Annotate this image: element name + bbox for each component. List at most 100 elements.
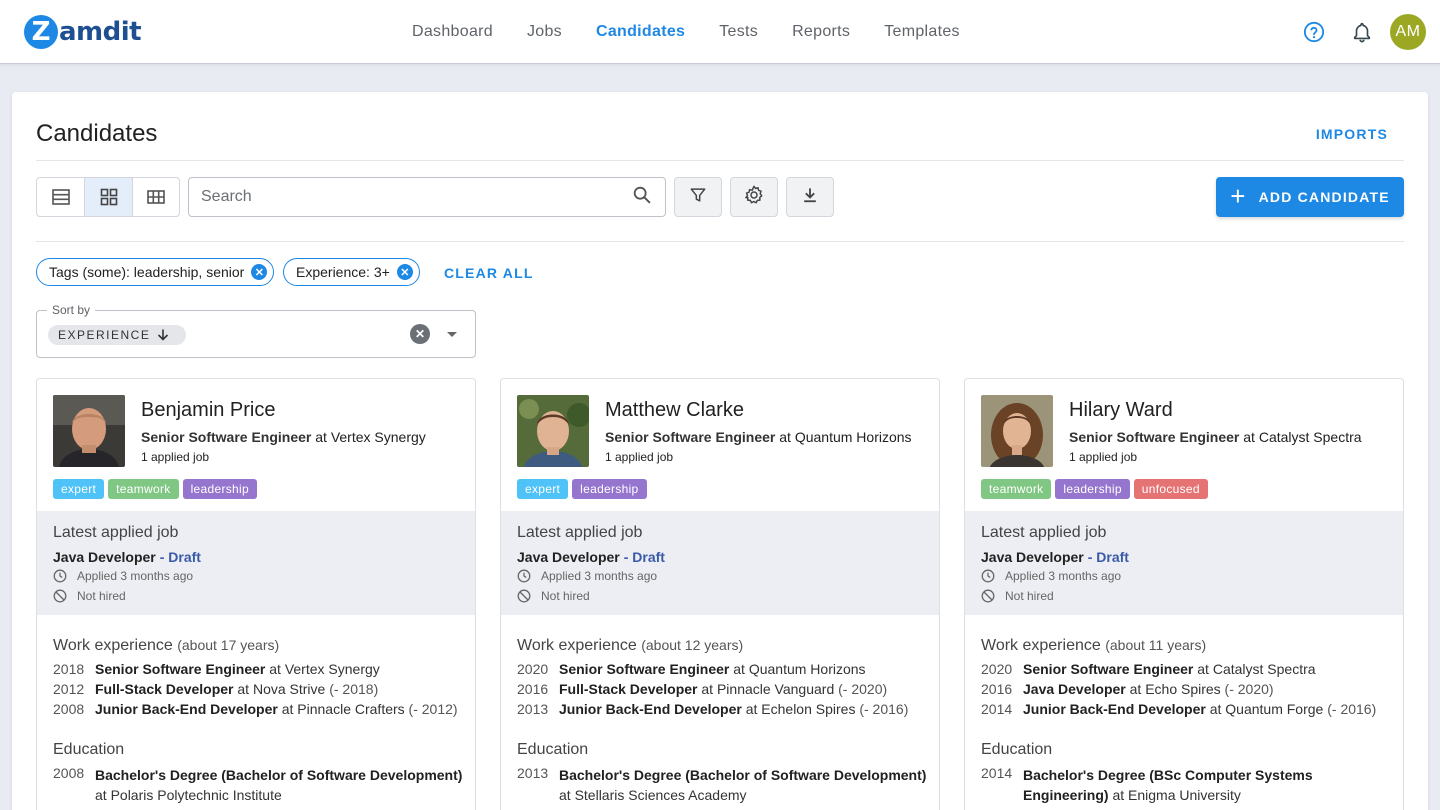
education-row: 2014 Bachelor's Degree (BSc Computer Syst… [981, 765, 1393, 805]
block-icon [53, 589, 67, 603]
experience-year: 2016 [981, 681, 1013, 697]
experience-company: at Quantum Horizons [729, 661, 866, 677]
main-nav: Dashboard Jobs Candidates Tests Reports … [395, 0, 977, 64]
card-view-icon[interactable] [84, 178, 132, 216]
nav-tests[interactable]: Tests [702, 23, 775, 41]
experience-year: 2008 [53, 701, 85, 717]
experience-role: Java Developer [1023, 681, 1126, 697]
search-input[interactable] [201, 188, 631, 206]
nav-jobs[interactable]: Jobs [510, 23, 579, 41]
education-year: 2008 [53, 765, 85, 781]
job-status: - Draft [1087, 549, 1129, 565]
imports-button[interactable]: IMPORTS [1316, 126, 1388, 142]
experience-row: 2012 Full-Stack Developer at Nova Strive … [53, 681, 378, 697]
education-institution: at Enigma University [1108, 787, 1241, 803]
applied-date-row: Applied 3 months ago [517, 569, 657, 583]
logo-text: amdit [59, 17, 142, 47]
filter-chip-experience[interactable]: Experience: 3+ ✕ [283, 258, 420, 286]
applied-jobs-count: 1 applied job [1069, 450, 1138, 464]
experience-row: 2018 Senior Software Engineer at Vertex S… [53, 661, 380, 677]
dropdown-caret-icon[interactable] [447, 332, 457, 337]
sort-chip[interactable]: EXPERIENCE [48, 325, 187, 345]
nav-candidates[interactable]: Candidates [579, 23, 702, 41]
experience-role: Full-Stack Developer [559, 681, 698, 697]
candidate-card[interactable]: Hilary Ward Senior Software Engineer at C… [964, 378, 1404, 810]
gear-icon [743, 184, 765, 211]
candidate-company: at Quantum Horizons [775, 429, 912, 445]
candidates-panel: Candidates IMPORTS + ADD C [12, 92, 1428, 810]
latest-job-title: Java Developer [517, 549, 620, 565]
hire-status-row: Not hired [517, 589, 590, 603]
experience-year: 2018 [53, 661, 85, 677]
sort-by-select[interactable]: Sort by EXPERIENCE ✕ [36, 303, 476, 358]
help-icon[interactable] [1294, 12, 1334, 52]
hire-status-row: Not hired [53, 589, 126, 603]
settings-button[interactable] [730, 177, 778, 217]
nav-reports[interactable]: Reports [775, 23, 867, 41]
clock-icon [517, 569, 531, 583]
download-button[interactable] [786, 177, 834, 217]
list-view-icon[interactable] [37, 178, 84, 216]
clear-all-filters-button[interactable]: CLEAR ALL [444, 265, 534, 281]
candidate-name[interactable]: Matthew Clarke [605, 399, 744, 422]
education-year: 2014 [981, 765, 1013, 781]
filter-button[interactable] [674, 177, 722, 217]
search-field[interactable] [188, 177, 666, 217]
experience-role: Senior Software Engineer [559, 661, 730, 677]
experience-row: 2016 Full-Stack Developer at Pinnacle Van… [517, 681, 887, 697]
latest-job-title: Java Developer [981, 549, 1084, 565]
add-candidate-button[interactable]: + ADD CANDIDATE [1216, 177, 1404, 217]
filter-chip-value: 3+ [369, 264, 390, 280]
experience-years: (about 12 years) [641, 637, 744, 653]
clear-sort-icon[interactable]: ✕ [410, 324, 430, 344]
candidate-current-role: Senior Software Engineer at Catalyst Spe… [1069, 429, 1362, 445]
candidate-name[interactable]: Benjamin Price [141, 399, 276, 422]
work-experience-label: Work experience [981, 637, 1101, 654]
candidate-card[interactable]: Matthew Clarke Senior Software Engineer a… [500, 378, 940, 810]
candidate-card[interactable]: Benjamin Price Senior Software Engineer a… [36, 378, 476, 810]
candidate-photo [517, 395, 589, 467]
remove-filter-icon[interactable]: ✕ [251, 264, 268, 280]
user-avatar[interactable]: AM [1390, 14, 1426, 50]
block-icon [517, 589, 531, 603]
experience-year: 2020 [981, 661, 1013, 677]
latest-applied-job-section: Latest applied job Java Developer - Draft A… [501, 511, 939, 615]
view-mode-toggle [36, 177, 180, 217]
experience-company: at Quantum Forge [1205, 701, 1324, 717]
education-row: 2013 Bachelor's Degree (Bachelor of Softw… [517, 765, 929, 805]
filter-chip-key: Tags (some): [49, 264, 130, 280]
app-logo[interactable]: Z amdit [24, 15, 142, 49]
hire-status: Not hired [1005, 589, 1054, 603]
applied-date-row: Applied 3 months ago [53, 569, 193, 583]
remove-filter-icon[interactable]: ✕ [396, 264, 413, 280]
nav-dashboard[interactable]: Dashboard [395, 23, 510, 41]
candidate-title: Senior Software Engineer [605, 429, 776, 445]
download-icon [800, 185, 820, 210]
education-year: 2013 [517, 765, 549, 781]
tag-unfocused: unfocused [1133, 479, 1208, 499]
notifications-bell-icon[interactable] [1342, 12, 1382, 52]
page-title: Candidates [36, 120, 158, 147]
tag-leadership: leadership [1055, 479, 1130, 499]
search-icon[interactable] [631, 184, 653, 211]
latest-job[interactable]: Java Developer - Draft [53, 549, 201, 565]
latest-applied-job-section: Latest applied job Java Developer - Draft A… [37, 511, 475, 615]
experience-end: (- 2016) [855, 701, 909, 717]
education-heading: Education [981, 741, 1053, 758]
latest-job[interactable]: Java Developer - Draft [981, 549, 1129, 565]
experience-row: 2020 Senior Software Engineer at Quantum … [517, 661, 866, 677]
experience-row: 2008 Junior Back-End Developer at Pinnacl… [53, 701, 458, 717]
candidate-tags: expert leadership [517, 479, 651, 499]
latest-applied-heading: Latest applied job [981, 524, 1107, 541]
tag-teamwork: teamwork [981, 479, 1052, 499]
plus-icon: + [1230, 181, 1247, 211]
add-candidate-label: ADD CANDIDATE [1258, 189, 1390, 205]
latest-job[interactable]: Java Developer - Draft [517, 549, 665, 565]
experience-row: 2016 Java Developer at Echo Spires (- 202… [981, 681, 1274, 697]
experience-role: Senior Software Engineer [95, 661, 266, 677]
candidate-name[interactable]: Hilary Ward [1069, 399, 1173, 422]
table-view-icon[interactable] [131, 178, 179, 216]
nav-templates[interactable]: Templates [867, 23, 977, 41]
filter-chip-tags[interactable]: Tags (some): leadership, senior ✕ [36, 258, 275, 286]
tag-expert: expert [53, 479, 105, 499]
